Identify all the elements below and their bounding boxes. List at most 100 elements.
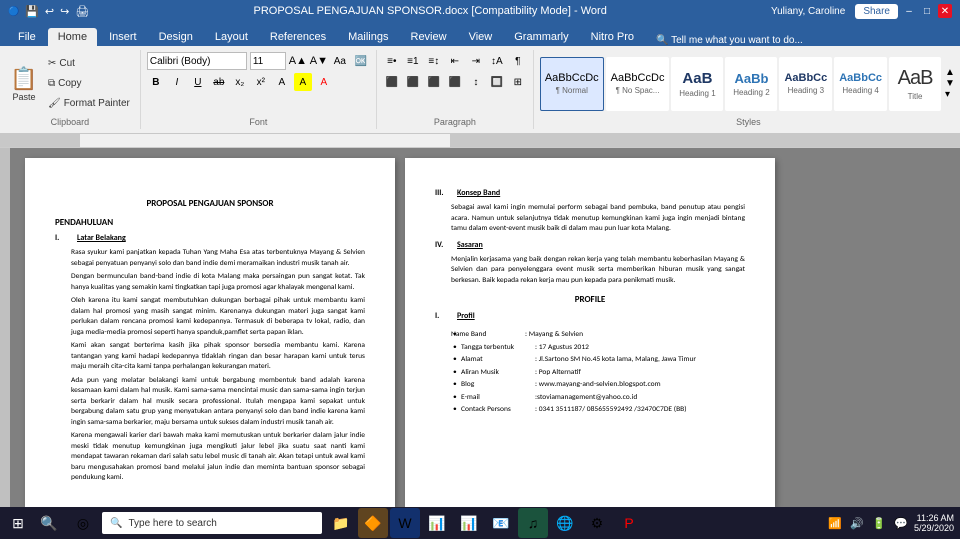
quick-access-save[interactable]: 💾: [25, 5, 39, 18]
minimize-button[interactable]: –: [902, 4, 916, 18]
start-button[interactable]: ⊞: [6, 511, 30, 535]
tab-review[interactable]: Review: [401, 28, 457, 46]
style-heading3[interactable]: AaBbCc Heading 3: [779, 57, 832, 111]
pages-container[interactable]: PROPOSAL PENGAJUAN SPONSOR PENDAHULUAN I…: [15, 148, 960, 517]
style-heading2[interactable]: AaBb Heading 2: [725, 57, 777, 111]
multilevel-button[interactable]: ≡↕: [425, 52, 443, 70]
taskbar-chrome[interactable]: 🌐: [550, 508, 580, 538]
quick-access-undo[interactable]: ↩: [45, 5, 54, 18]
word-icon: 🔵: [8, 6, 19, 17]
tab-insert[interactable]: Insert: [99, 28, 147, 46]
clear-format-button[interactable]: 🆗: [352, 52, 370, 70]
font-size-input[interactable]: [250, 52, 286, 70]
tab-references[interactable]: References: [260, 28, 336, 46]
line-spacing-button[interactable]: ↕: [467, 73, 485, 91]
subscript-button[interactable]: x₂: [231, 73, 249, 91]
underline-button[interactable]: U: [189, 73, 207, 91]
taskbar-search-icon[interactable]: 🔍: [34, 508, 64, 538]
page-left[interactable]: PROPOSAL PENGAJUAN SPONSOR PENDAHULUAN I…: [25, 158, 395, 507]
decrease-font-button[interactable]: A▼: [310, 52, 328, 70]
tab-file[interactable]: File: [8, 28, 46, 46]
close-button[interactable]: ✕: [938, 4, 952, 18]
borders-button[interactable]: ⊞: [509, 73, 527, 91]
tab-home[interactable]: Home: [48, 28, 97, 46]
maximize-button[interactable]: □: [920, 4, 934, 18]
taskbar-time[interactable]: 11:26 AM 5/29/2020: [914, 513, 954, 533]
copy-button[interactable]: ⧉ Copy: [44, 75, 134, 93]
taskbar-ppt2[interactable]: P: [614, 508, 644, 538]
decrease-indent-button[interactable]: ⇤: [446, 52, 464, 70]
share-button[interactable]: Share: [855, 4, 898, 19]
para6: Karena mengawali karier dari bawah maka …: [71, 431, 365, 484]
bold-button[interactable]: B: [147, 73, 165, 91]
tab-grammarly[interactable]: Grammarly: [504, 28, 578, 46]
taskbar-search-box[interactable]: 🔍 Type here to search: [102, 512, 322, 534]
quick-access-redo[interactable]: ↪: [60, 5, 69, 18]
sort-button[interactable]: ↕A: [488, 52, 506, 70]
styles-scroll[interactable]: ▲ ▼ ▾: [943, 67, 957, 100]
tab-layout[interactable]: Layout: [205, 28, 258, 46]
ribbon: 📋 Paste ✂ Cut ⧉ Copy 🖌 Format Painter Cl…: [0, 46, 960, 134]
title-bar-title: PROPOSAL PENGAJUAN SPONSOR.docx [Compati…: [89, 5, 771, 17]
taskbar-settings[interactable]: ⚙: [582, 508, 612, 538]
style-normal-preview: AaBbCcDc: [545, 72, 599, 84]
taskbar-word[interactable]: W: [390, 508, 420, 538]
style-heading4[interactable]: AaBbCc Heading 4: [834, 57, 887, 111]
increase-font-button[interactable]: A▲: [289, 52, 307, 70]
format-painter-icon: 🖌: [48, 98, 61, 109]
increase-indent-button[interactable]: ⇥: [467, 52, 485, 70]
styles-expand[interactable]: ▾: [945, 89, 955, 100]
profile-num: I.: [435, 311, 451, 322]
superscript-button[interactable]: x²: [252, 73, 270, 91]
styles-scroll-down[interactable]: ▼: [945, 78, 955, 89]
quick-access-print[interactable]: 🖨: [75, 5, 89, 18]
justify-button[interactable]: ⬛: [446, 73, 464, 91]
style-no-spacing[interactable]: AaBbCcDc ¶ No Spac...: [606, 57, 670, 111]
tab-view[interactable]: View: [459, 28, 503, 46]
bullets-button[interactable]: ≡•: [383, 52, 401, 70]
profile-details: Name Band : Mayang & Selvien Tangga terb…: [451, 330, 745, 416]
taskbar-outlook[interactable]: 📧: [486, 508, 516, 538]
title-bar: 🔵 💾 ↩ ↪ 🖨 PROPOSAL PENGAJUAN SPONSOR.doc…: [0, 0, 960, 22]
tray-network[interactable]: 📶: [826, 514, 844, 532]
tray-action-center[interactable]: 💬: [892, 514, 910, 532]
text-effects-button[interactable]: A: [273, 73, 291, 91]
profile-blog-row: Blog : www.mayang-and-selvien.blogspot.c…: [451, 380, 745, 391]
taskbar-powerpoint[interactable]: 📊: [454, 508, 484, 538]
strikethrough-button[interactable]: ab: [210, 73, 228, 91]
styles-scroll-up[interactable]: ▲: [945, 67, 955, 78]
cut-button[interactable]: ✂ Cut: [44, 55, 134, 73]
tray-battery[interactable]: 🔋: [870, 514, 888, 532]
para-row2: ⬛ ⬛ ⬛ ⬛ ↕ 🔲 ⊞: [383, 73, 527, 91]
taskbar-excel[interactable]: 📊: [422, 508, 452, 538]
title-bar-right: Yuliany, Caroline Share – □ ✕: [771, 4, 952, 19]
tray-volume[interactable]: 🔊: [848, 514, 866, 532]
text-highlight-button[interactable]: A: [294, 73, 312, 91]
change-case-button[interactable]: Aa: [331, 52, 349, 70]
style-h2-label: Heading 2: [733, 88, 769, 97]
page-right[interactable]: III. Konsep Band Sebagai awal kami ingin…: [405, 158, 775, 507]
italic-button[interactable]: I: [168, 73, 186, 91]
format-painter-button[interactable]: 🖌 Format Painter: [44, 95, 134, 113]
show-formatting-button[interactable]: ¶: [509, 52, 527, 70]
taskbar-spotify[interactable]: ♫: [518, 508, 548, 538]
tab-mailings[interactable]: Mailings: [338, 28, 398, 46]
numbering-button[interactable]: ≡1: [404, 52, 422, 70]
style-normal[interactable]: AaBbCcDc ¶ Normal: [540, 57, 604, 111]
font-color-button[interactable]: A: [315, 73, 333, 91]
profile-header: I. Profil: [435, 311, 745, 322]
taskbar-browser[interactable]: 🔶: [358, 508, 388, 538]
style-title[interactable]: AaB Title: [889, 57, 941, 111]
shading-button[interactable]: 🔲: [488, 73, 506, 91]
align-center-button[interactable]: ⬛: [404, 73, 422, 91]
align-left-button[interactable]: ⬛: [383, 73, 401, 91]
style-heading1[interactable]: AaB Heading 1: [671, 57, 723, 111]
font-name-input[interactable]: [147, 52, 247, 70]
tab-nitropro[interactable]: Nitro Pro: [581, 28, 644, 46]
paste-button[interactable]: 📋 Paste: [6, 56, 42, 112]
taskbar-explorer[interactable]: 📁: [326, 508, 356, 538]
tab-design[interactable]: Design: [149, 28, 203, 46]
taskbar-cortana-icon[interactable]: ◎: [68, 508, 98, 538]
tell-me-input[interactable]: 🔍 Tell me what you want to do...: [656, 35, 803, 46]
align-right-button[interactable]: ⬛: [425, 73, 443, 91]
